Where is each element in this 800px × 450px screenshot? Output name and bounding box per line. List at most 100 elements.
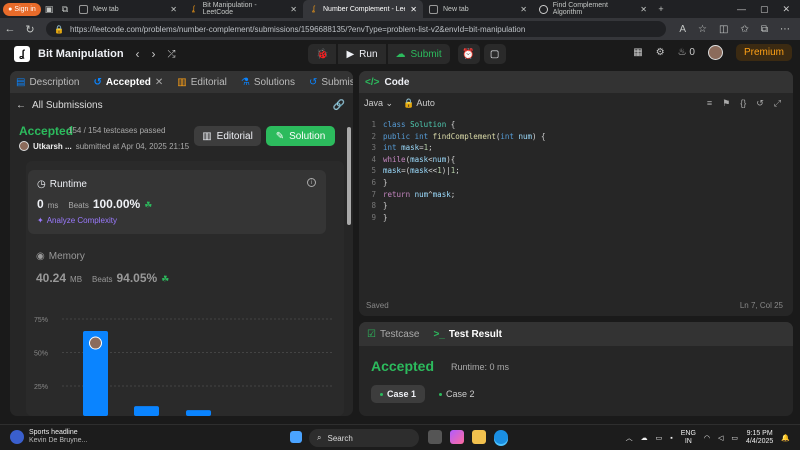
read-aloud-icon[interactable]: A [679, 24, 686, 35]
fullscreen-icon[interactable]: ⤢ [774, 98, 781, 109]
tray-chevron-icon[interactable]: ︿ [626, 433, 633, 443]
collections-icon[interactable]: ⧉ [761, 24, 768, 35]
code-header: </> Code [359, 71, 793, 93]
notes-button[interactable]: ▢ [483, 44, 506, 64]
tab-test-result[interactable]: >_ Test Result [433, 329, 502, 340]
pass-dot [379, 392, 383, 396]
battery-icon[interactable]: ▭ [731, 434, 738, 442]
history-icon: ↺ [93, 76, 102, 88]
copilot-icon[interactable] [450, 430, 464, 444]
back-icon[interactable]: ← [0, 23, 20, 35]
tab-4[interactable]: New tab ✕ [423, 0, 533, 18]
favorite-star-icon[interactable]: ☆ [698, 24, 707, 35]
layout-icon[interactable]: ▦ [633, 47, 642, 58]
clock[interactable]: 9:15 PM 4/4/2025 [746, 430, 773, 446]
all-submissions-link[interactable]: ← All Submissions 🔗 [10, 94, 353, 116]
language-select[interactable]: Java ⌄ [364, 98, 393, 109]
next-problem-icon[interactable]: › [152, 47, 156, 61]
tab-editorial[interactable]: ▥ Editorial [177, 77, 227, 88]
leetcode-logo[interactable]: ʆ [14, 46, 30, 62]
problem-list-title[interactable]: Bit Manipulation [38, 48, 124, 60]
tab-description[interactable]: ▤ Description [16, 77, 79, 88]
start-icon[interactable] [290, 431, 302, 443]
edge-icon[interactable] [494, 430, 508, 444]
code-line: 1 class Solution { [371, 120, 456, 129]
more-icon[interactable]: ⋯ [780, 24, 790, 35]
avatar[interactable] [19, 141, 29, 151]
runtime-distribution-chart: 75% 50% 25% [34, 317, 332, 416]
reset-icon[interactable]: ↺ [756, 98, 764, 109]
prev-problem-icon[interactable]: ‹ [136, 47, 140, 61]
clock-icon: ↺ [308, 76, 318, 88]
close-icon[interactable]: ✕ [290, 5, 297, 14]
close-icon[interactable]: ✕ [155, 77, 163, 88]
bug-icon: 🐞 [316, 48, 329, 60]
tab-testcase[interactable]: ☑ Testcase [367, 329, 419, 340]
close-icon[interactable]: ✕ [170, 5, 177, 14]
submit-button[interactable]: ☁ Submit [387, 44, 450, 64]
debug-button[interactable]: 🐞 [308, 44, 337, 64]
streak[interactable]: ♨ 0 [678, 47, 695, 58]
braces-icon[interactable]: {} [740, 98, 746, 109]
favorites-icon[interactable]: ✩ [740, 24, 748, 35]
format-icon[interactable]: ≡ [707, 98, 712, 109]
editorial-button[interactable]: ▥ Editorial [194, 126, 261, 146]
tab-submissions[interactable]: ↺Submissions [309, 77, 353, 88]
workspaces-icon[interactable]: ▣ [41, 1, 57, 17]
split-screen-icon[interactable]: ◫ [719, 24, 728, 35]
auto-mode-toggle[interactable]: 🔒 Auto [403, 98, 435, 109]
beats-badge-icon: ☘ [161, 274, 170, 284]
bookmark-icon[interactable]: ⚑ [722, 98, 730, 109]
info-icon[interactable]: i [307, 178, 316, 187]
your-submission-avatar [89, 336, 102, 350]
code-editor[interactable]: 1 class Solution { 2 public int findCompl… [359, 119, 793, 223]
news-widget[interactable]: Sports headline Kevin De Bruyne... [10, 429, 87, 445]
settings-gear-icon[interactable]: ⚙ [656, 47, 665, 58]
header-right-nav: ▦ ⚙ ♨ 0 Premium [633, 44, 792, 61]
tab-2[interactable]: ʆ Bit Manipulation - LeetCode ✕ [183, 0, 303, 18]
language-indicator[interactable]: ENG IN [681, 430, 696, 446]
code-line: 6 } [371, 177, 388, 187]
close-icon[interactable]: ✕ [520, 5, 527, 14]
case-1-tab[interactable]: Case 1 [371, 385, 425, 403]
chart-bar[interactable] [134, 406, 159, 416]
signin-button[interactable]: ● Sign in [3, 2, 41, 16]
editor-actions: ≡ ⚑ {} ↺ ⤢ [707, 98, 793, 109]
run-button[interactable]: ▶ Run [338, 44, 386, 64]
share-link-icon[interactable]: 🔗 [333, 100, 345, 111]
close-icon[interactable]: ✕ [640, 5, 647, 14]
reload-icon[interactable]: ↻ [20, 23, 40, 36]
minimize-icon[interactable]: — [737, 4, 746, 15]
new-tab-button[interactable]: + [653, 1, 669, 17]
chart-bar[interactable] [186, 410, 211, 416]
taskbar-search[interactable]: ⌕ Search [309, 429, 419, 447]
tab-solutions[interactable]: ⚗ Solutions [241, 77, 295, 88]
solution-button[interactable]: ✎ Solution [266, 126, 335, 146]
wifi-icon[interactable]: ◠ [704, 434, 710, 442]
file-explorer-icon[interactable] [472, 430, 486, 444]
maximize-icon[interactable]: ▢ [760, 4, 769, 15]
tab-3[interactable]: ʆNumber Complement - LeetCode✕ [303, 0, 423, 18]
avatar[interactable] [707, 45, 723, 60]
close-icon[interactable]: ✕ [410, 5, 417, 14]
timer-button[interactable]: ⏰ [457, 44, 480, 64]
premium-button[interactable]: Premium [735, 44, 792, 61]
shuffle-icon[interactable]: ⤮ [168, 49, 176, 60]
tab-actions-icon[interactable]: ⧉ [57, 1, 73, 17]
cloud-icon[interactable]: ☁ [641, 434, 648, 442]
close-window-icon[interactable]: ✕ [782, 4, 790, 15]
meet-icon[interactable]: ▭ [656, 434, 663, 442]
defender-icon[interactable]: ▪ [670, 435, 672, 442]
runtime-card[interactable]: ◷ Runtime i 0 ms Beats 100.00% ☘ ✦ Analyze… [28, 170, 326, 234]
task-view-icon[interactable] [428, 430, 442, 444]
tab-1[interactable]: New tab ✕ [73, 0, 183, 18]
analyze-complexity-link[interactable]: ✦ Analyze Complexity [37, 216, 117, 225]
tab-accepted[interactable]: ↺ Accepted ✕ [93, 77, 163, 88]
notification-icon[interactable]: 🔔 [781, 434, 790, 442]
volume-icon[interactable]: ◁ [718, 434, 723, 442]
left-panel-scrollbar[interactable] [347, 127, 351, 225]
memory-label[interactable]: ◉ Memory [36, 251, 85, 262]
tab-5[interactable]: Find Complement Algorithm ✕ [533, 0, 653, 18]
case-2-tab[interactable]: Case 2 [439, 385, 475, 403]
url-field[interactable]: 🔒 https://leetcode.com/problems/number-c… [46, 21, 666, 37]
